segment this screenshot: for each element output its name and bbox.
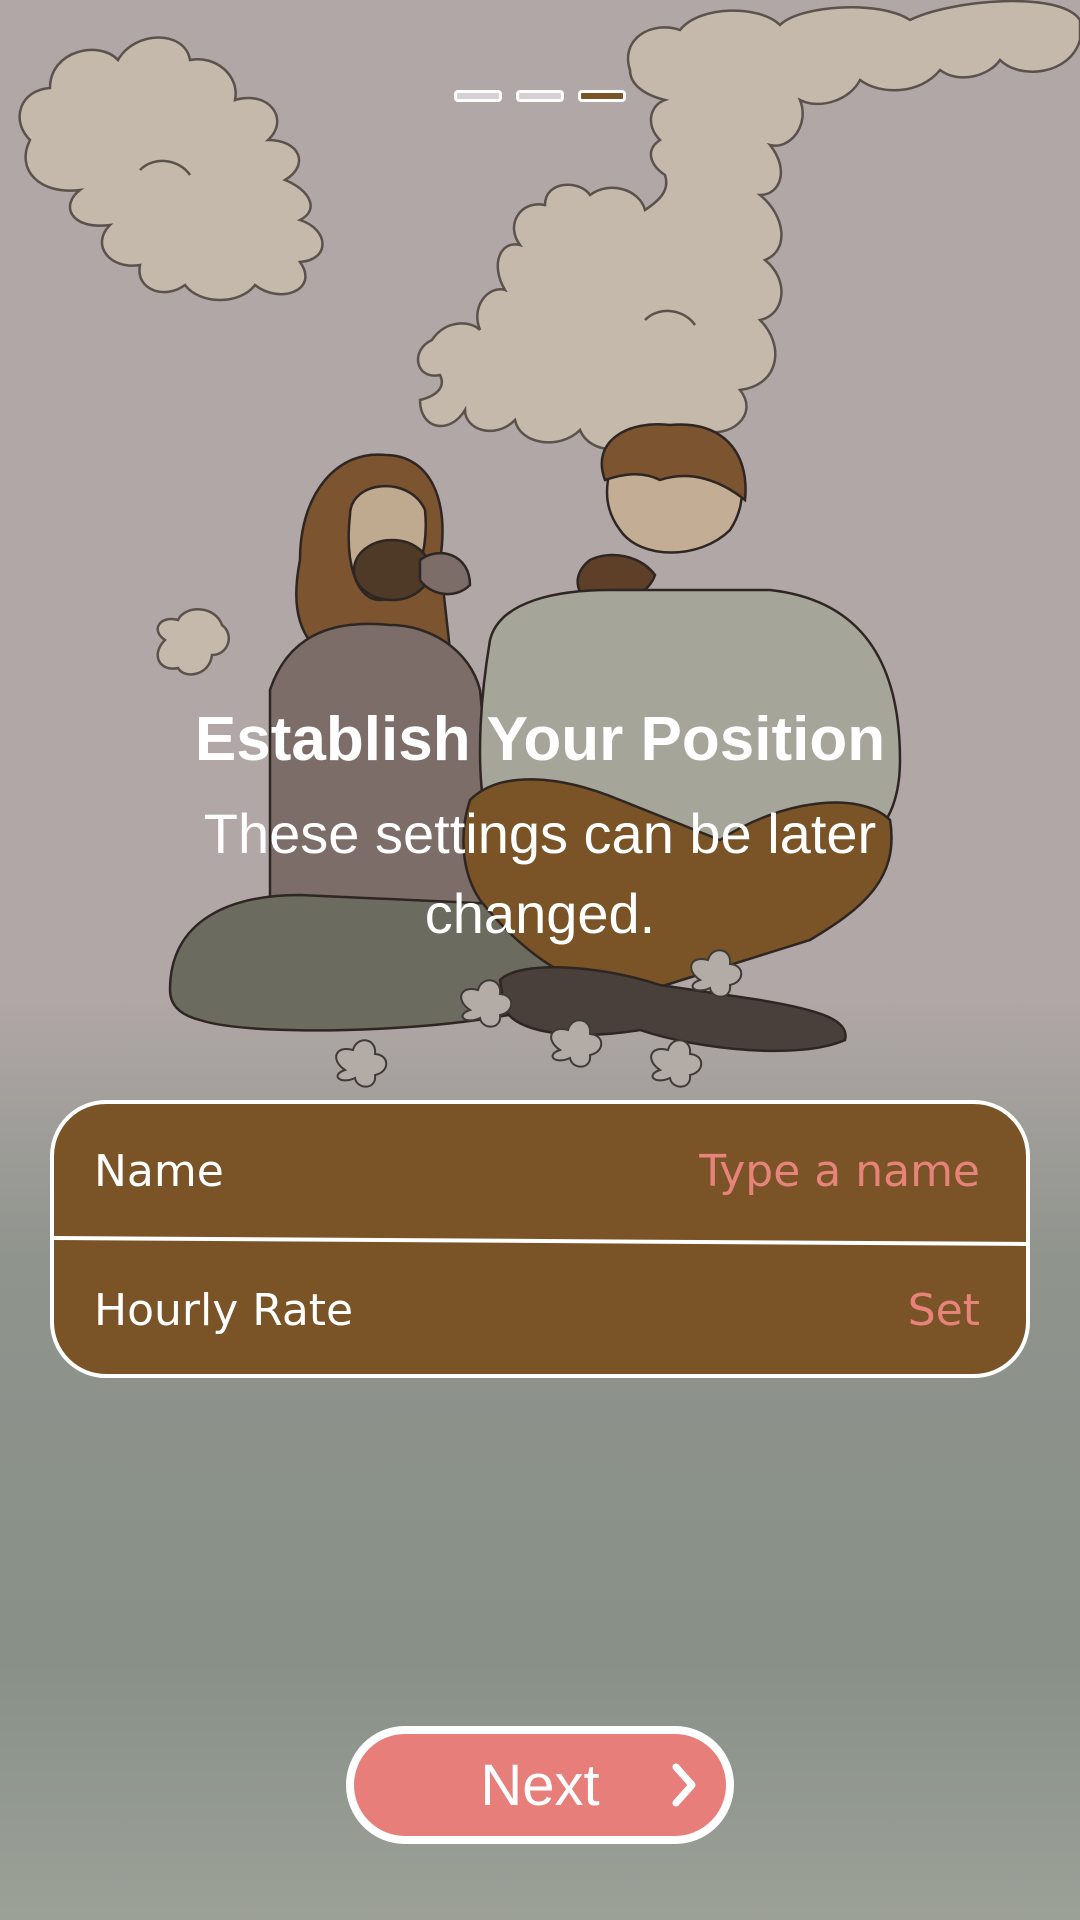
page-subtitle: These settings can be later changed.: [203, 802, 877, 945]
page-indicator: [0, 90, 1080, 102]
headline-block: Establish Your Position These settings c…: [0, 700, 1080, 954]
name-input[interactable]: Type a name: [699, 1146, 980, 1197]
next-button[interactable]: Next: [346, 1726, 734, 1844]
page-indicator-dot-3-active[interactable]: [578, 90, 626, 102]
page-indicator-dot-2[interactable]: [516, 90, 564, 102]
name-label: Name: [94, 1146, 224, 1197]
hourly-rate-row[interactable]: Hourly Rate Set: [54, 1243, 1026, 1374]
page-title: Establish Your Position: [194, 705, 886, 774]
chevron-right-icon: [672, 1763, 696, 1807]
settings-card: Name Type a name Hourly Rate Set: [50, 1100, 1030, 1378]
page-indicator-dot-1[interactable]: [454, 90, 502, 102]
hourly-rate-label: Hourly Rate: [94, 1285, 354, 1336]
hourly-rate-set-button[interactable]: Set: [908, 1285, 980, 1336]
name-row[interactable]: Name Type a name: [54, 1104, 1026, 1239]
next-button-label: Next: [480, 1752, 600, 1818]
